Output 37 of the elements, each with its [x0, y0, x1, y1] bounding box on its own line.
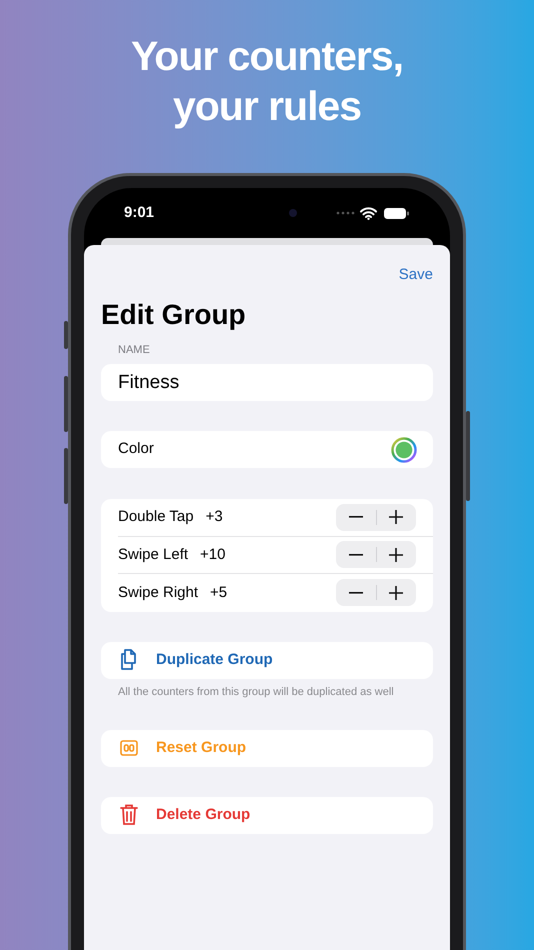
save-button[interactable]: Save: [398, 261, 433, 289]
signal-icon: [336, 211, 356, 215]
plus-icon: [389, 548, 404, 562]
action-button[interactable]: Delete Group: [101, 796, 433, 834]
trash-icon: [120, 804, 138, 826]
side-button[interactable]: [64, 376, 68, 432]
counter-icon: [120, 740, 138, 756]
battery-icon: [383, 206, 410, 220]
side-button[interactable]: [64, 448, 68, 504]
stepper[interactable]: [336, 504, 416, 531]
screen-title: Edit Group: [101, 298, 246, 332]
gesture-label: Swipe Left: [118, 544, 188, 564]
plus-icon: [389, 510, 404, 524]
action-button[interactable]: Duplicate Group: [101, 642, 433, 678]
gesture-value: +10: [200, 544, 226, 564]
stepper[interactable]: [336, 541, 416, 568]
status-time: 9:01: [124, 202, 154, 223]
gesture-value: +3: [206, 507, 223, 527]
side-button[interactable]: [64, 321, 68, 349]
minus-icon: [348, 554, 363, 556]
color-label: Color: [118, 439, 154, 460]
color-row[interactable]: Color: [101, 431, 433, 468]
stepper[interactable]: [336, 579, 416, 606]
copy-icon: [119, 649, 139, 671]
wifi-icon: [360, 206, 377, 220]
gesture-value: +5: [210, 582, 228, 602]
minus-icon: [348, 592, 363, 594]
minus-icon: [348, 516, 363, 518]
footnote: All the counters from this group will be duplicated as well: [118, 684, 394, 698]
gesture-label: Double Tap: [118, 507, 194, 527]
gesture-label: Swipe Right: [118, 582, 198, 602]
headline: your rules: [173, 82, 361, 131]
field-label: NAME: [118, 343, 150, 357]
plus-icon: [389, 586, 404, 600]
camera-icon: [288, 208, 298, 218]
headline: Your counters,: [131, 32, 403, 81]
name-field[interactable]: Fitness: [101, 364, 433, 401]
